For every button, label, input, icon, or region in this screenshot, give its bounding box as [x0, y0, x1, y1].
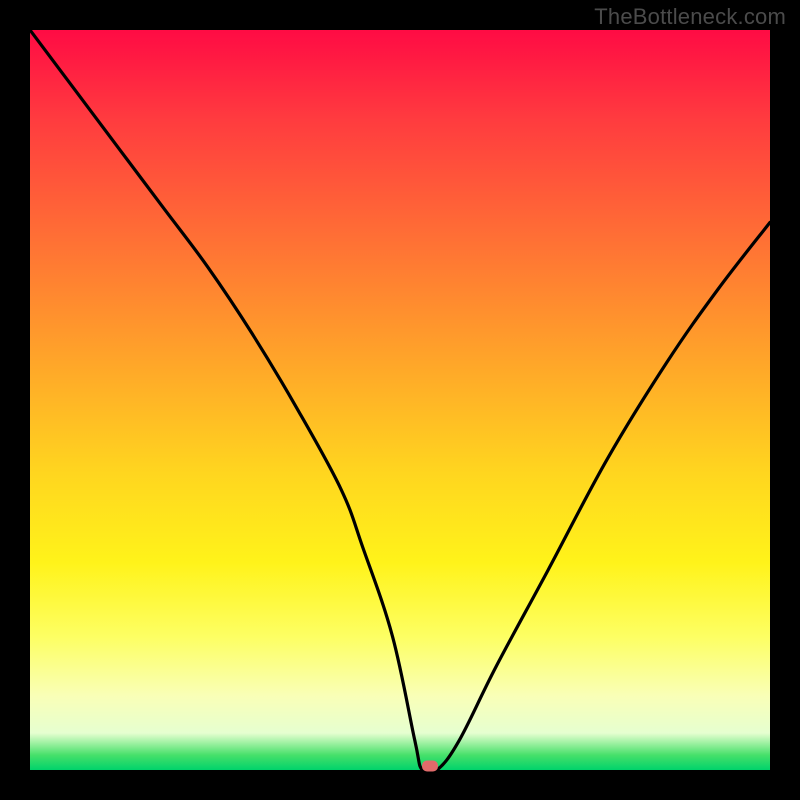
optimum-marker: [422, 761, 438, 772]
watermark-text: TheBottleneck.com: [594, 4, 786, 30]
plot-area: [30, 30, 770, 770]
chart-frame: TheBottleneck.com: [0, 0, 800, 800]
bottleneck-curve: [30, 30, 770, 770]
